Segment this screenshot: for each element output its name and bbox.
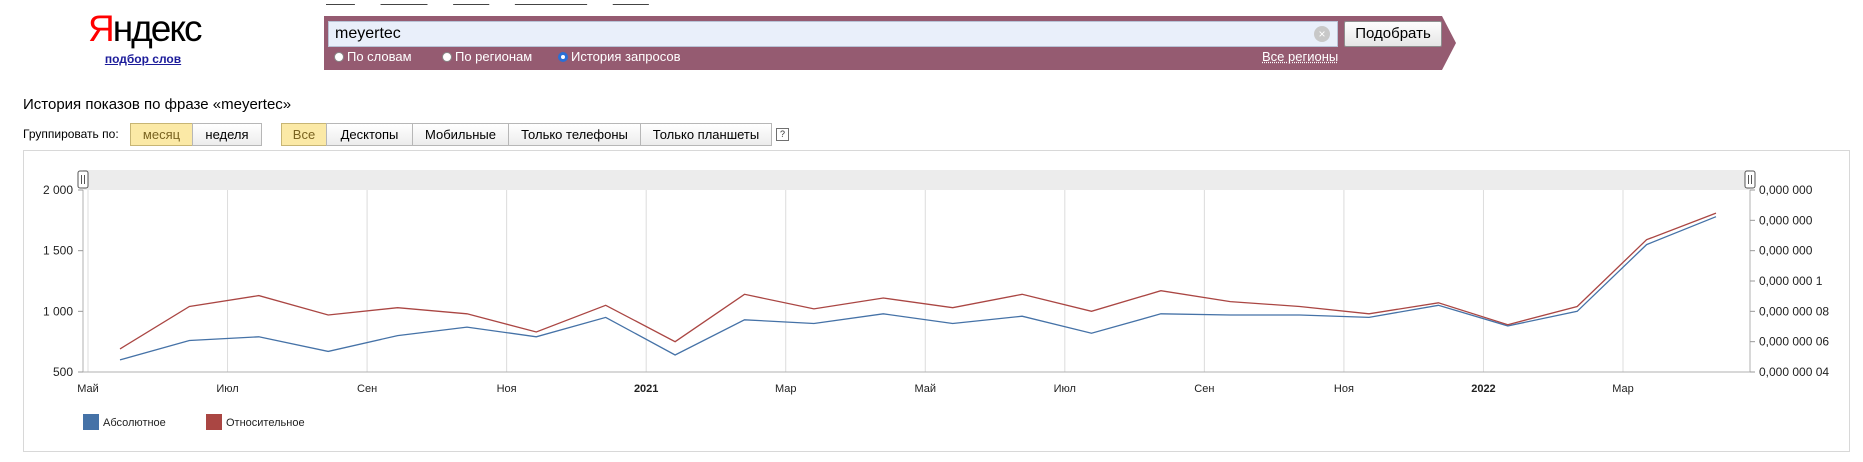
search-input[interactable]: meyertec xyxy=(328,21,1338,47)
legend-absolute-swatch xyxy=(83,414,99,430)
radio-query-history[interactable]: История запросов xyxy=(558,49,681,64)
help-icon[interactable]: ? xyxy=(776,128,789,141)
filter-mobile-button[interactable]: Мобильные xyxy=(412,123,509,146)
logo-text: Яндекс xyxy=(88,8,202,49)
nav-link[interactable] xyxy=(381,0,428,6)
radio-icon[interactable] xyxy=(334,52,344,62)
filter-phones-button[interactable]: Только телефоны xyxy=(508,123,641,146)
chart-frame xyxy=(23,150,1850,452)
group-month-button[interactable]: месяц xyxy=(130,123,193,146)
group-week-button[interactable]: неделя xyxy=(192,123,262,146)
all-regions-link[interactable]: Все регионы xyxy=(1262,49,1338,64)
clear-icon[interactable]: × xyxy=(1314,26,1330,42)
radio-by-regions[interactable]: По регионам xyxy=(442,49,532,64)
submit-button[interactable]: Подобрать xyxy=(1344,21,1442,47)
legend-relative[interactable]: Относительное xyxy=(206,414,305,430)
page-title: История показов по фразе «meyertec» xyxy=(23,96,292,113)
legend-absolute[interactable]: Абсолютное xyxy=(83,414,166,430)
top-navigation xyxy=(326,0,671,3)
radio-by-words[interactable]: По словам xyxy=(334,49,412,64)
logo-subtitle-link[interactable]: подбор слов xyxy=(88,52,198,66)
search-band-arrow xyxy=(1442,16,1456,70)
logo[interactable]: Яндекс подбор слов xyxy=(88,8,202,66)
nav-link[interactable] xyxy=(613,0,649,6)
nav-link[interactable] xyxy=(326,0,355,6)
grouping-label: Группировать по: xyxy=(23,127,119,141)
filter-desktop-button[interactable]: Десктопы xyxy=(326,123,413,146)
legend-relative-swatch xyxy=(206,414,222,430)
radio-selected-icon[interactable] xyxy=(558,52,568,62)
filter-tablets-button[interactable]: Только планшеты xyxy=(640,123,772,146)
radio-icon[interactable] xyxy=(442,52,452,62)
filter-all-button[interactable]: Все xyxy=(281,123,327,146)
nav-link[interactable] xyxy=(515,0,587,6)
nav-link[interactable] xyxy=(453,0,489,6)
